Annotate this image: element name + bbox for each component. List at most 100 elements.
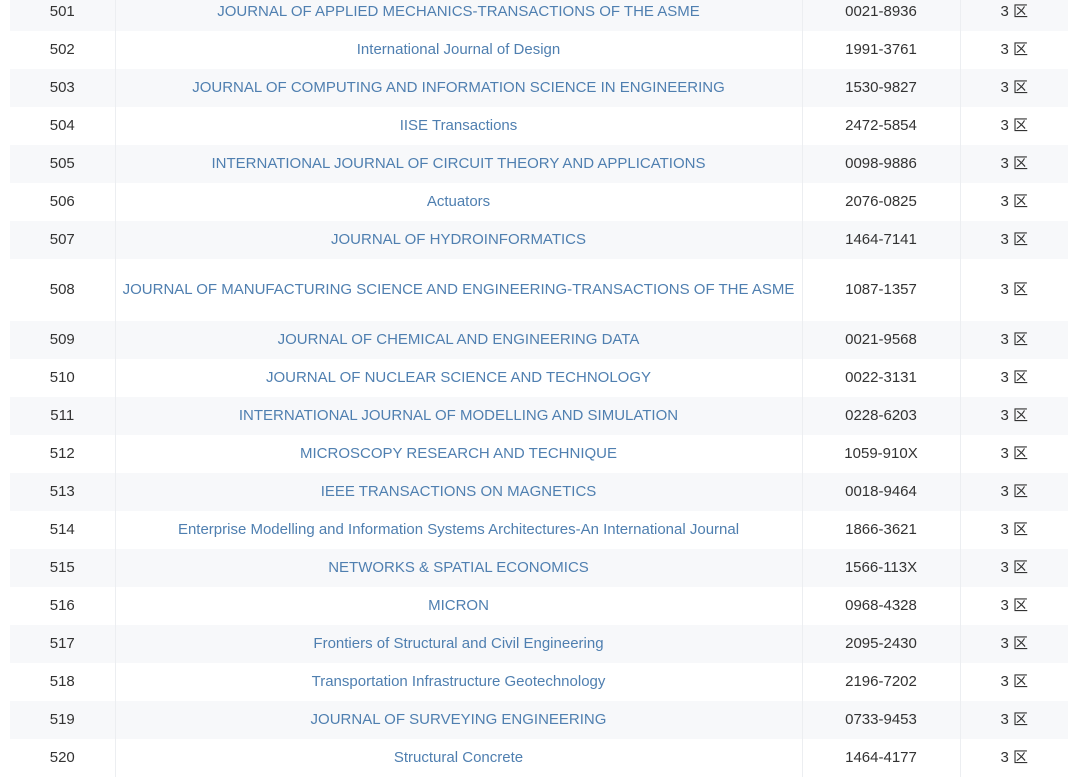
- journal-name-cell: Transportation Infrastructure Geotechnol…: [114, 663, 802, 701]
- table-row: 507 JOURNAL OF HYDROINFORMATICS 1464-714…: [10, 221, 1068, 259]
- zone-cell: 3 区: [959, 359, 1068, 397]
- issn-cell: 2076-0825: [801, 183, 960, 221]
- row-index: 514: [10, 511, 115, 549]
- row-index: 510: [10, 359, 115, 397]
- journal-name-link[interactable]: IEEE TRANSACTIONS ON MAGNETICS: [321, 483, 597, 500]
- journal-name-cell: JOURNAL OF MANUFACTURING SCIENCE AND ENG…: [114, 259, 802, 321]
- issn-cell: 0968-4328: [801, 587, 960, 625]
- issn-cell: 1464-7141: [801, 221, 960, 259]
- zone-cell: 3 区: [959, 625, 1068, 663]
- row-index: 512: [10, 435, 115, 473]
- zone-cell: 3 区: [959, 397, 1068, 435]
- issn-cell: 0021-9568: [801, 321, 960, 359]
- issn-cell: 0022-3131: [801, 359, 960, 397]
- issn-cell: 0733-9453: [801, 701, 960, 739]
- journal-name-cell: JOURNAL OF SURVEYING ENGINEERING: [114, 701, 802, 739]
- journal-name-link[interactable]: JOURNAL OF CHEMICAL AND ENGINEERING DATA: [278, 331, 640, 348]
- journal-name-link[interactable]: Frontiers of Structural and Civil Engine…: [313, 635, 603, 652]
- row-index: 509: [10, 321, 115, 359]
- journal-name-link[interactable]: JOURNAL OF HYDROINFORMATICS: [331, 231, 586, 248]
- journal-name-cell: INTERNATIONAL JOURNAL OF CIRCUIT THEORY …: [114, 145, 802, 183]
- zone-cell: 3 区: [959, 663, 1068, 701]
- issn-cell: 1059-910X: [801, 435, 960, 473]
- issn-cell: 1087-1357: [801, 259, 960, 321]
- table-row: 511 INTERNATIONAL JOURNAL OF MODELLING A…: [10, 397, 1068, 435]
- table-row: 512 MICROSCOPY RESEARCH AND TECHNIQUE 10…: [10, 435, 1068, 473]
- table-row: 513 IEEE TRANSACTIONS ON MAGNETICS 0018-…: [10, 473, 1068, 511]
- journal-name-link[interactable]: JOURNAL OF NUCLEAR SCIENCE AND TECHNOLOG…: [266, 369, 651, 386]
- journal-name-link[interactable]: International Journal of Design: [357, 41, 560, 58]
- zone-cell: 3 区: [959, 321, 1068, 359]
- journal-name-cell: IISE Transactions: [114, 107, 802, 145]
- journal-table-body: 501 JOURNAL OF APPLIED MECHANICS-TRANSAC…: [10, 0, 1068, 777]
- row-index: 503: [10, 69, 115, 107]
- zone-cell: 3 区: [959, 701, 1068, 739]
- row-index: 505: [10, 145, 115, 183]
- issn-cell: 1530-9827: [801, 69, 960, 107]
- table-row: 506 Actuators 2076-0825 3 区: [10, 183, 1068, 221]
- row-index: 516: [10, 587, 115, 625]
- table-row: 518 Transportation Infrastructure Geotec…: [10, 663, 1068, 701]
- row-index: 515: [10, 549, 115, 587]
- zone-cell: 3 区: [959, 549, 1068, 587]
- issn-cell: 2196-7202: [801, 663, 960, 701]
- zone-cell: 3 区: [959, 69, 1068, 107]
- issn-cell: 0018-9464: [801, 473, 960, 511]
- journal-name-link[interactable]: Structural Concrete: [394, 749, 523, 766]
- journal-name-cell: JOURNAL OF COMPUTING AND INFORMATION SCI…: [114, 69, 802, 107]
- issn-cell: 1866-3621: [801, 511, 960, 549]
- row-index: 504: [10, 107, 115, 145]
- row-index: 513: [10, 473, 115, 511]
- row-index: 511: [10, 397, 115, 435]
- journal-name-link[interactable]: IISE Transactions: [400, 117, 518, 134]
- zone-cell: 3 区: [959, 739, 1068, 777]
- journal-name-link[interactable]: Enterprise Modelling and Information Sys…: [178, 521, 739, 538]
- journal-name-cell: INTERNATIONAL JOURNAL OF MODELLING AND S…: [114, 397, 802, 435]
- journal-name-link[interactable]: JOURNAL OF SURVEYING ENGINEERING: [311, 711, 607, 728]
- zone-cell: 3 区: [959, 0, 1068, 31]
- row-index: 507: [10, 221, 115, 259]
- row-index: 502: [10, 31, 115, 69]
- table-row: 515 NETWORKS & SPATIAL ECONOMICS 1566-11…: [10, 549, 1068, 587]
- row-index: 519: [10, 701, 115, 739]
- journal-name-link[interactable]: NETWORKS & SPATIAL ECONOMICS: [328, 559, 589, 576]
- zone-cell: 3 区: [959, 435, 1068, 473]
- journal-name-cell: Structural Concrete: [114, 739, 802, 777]
- journal-name-link[interactable]: JOURNAL OF APPLIED MECHANICS-TRANSACTION…: [217, 3, 700, 20]
- journal-table-container: 501 JOURNAL OF APPLIED MECHANICS-TRANSAC…: [0, 0, 1080, 781]
- journal-name-link[interactable]: Transportation Infrastructure Geotechnol…: [312, 673, 606, 690]
- zone-cell: 3 区: [959, 221, 1068, 259]
- journal-name-link[interactable]: INTERNATIONAL JOURNAL OF CIRCUIT THEORY …: [212, 155, 706, 172]
- zone-cell: 3 区: [959, 183, 1068, 221]
- table-row: 510 JOURNAL OF NUCLEAR SCIENCE AND TECHN…: [10, 359, 1068, 397]
- table-row: 501 JOURNAL OF APPLIED MECHANICS-TRANSAC…: [10, 0, 1068, 31]
- zone-cell: 3 区: [959, 587, 1068, 625]
- issn-cell: 1991-3761: [801, 31, 960, 69]
- journal-name-cell: Enterprise Modelling and Information Sys…: [114, 511, 802, 549]
- table-row: 504 IISE Transactions 2472-5854 3 区: [10, 107, 1068, 145]
- journal-name-link[interactable]: MICROSCOPY RESEARCH AND TECHNIQUE: [300, 445, 617, 462]
- zone-cell: 3 区: [959, 259, 1068, 321]
- issn-cell: 2472-5854: [801, 107, 960, 145]
- journal-name-cell: MICROSCOPY RESEARCH AND TECHNIQUE: [114, 435, 802, 473]
- table-row: 520 Structural Concrete 1464-4177 3 区: [10, 739, 1068, 777]
- journal-name-link[interactable]: INTERNATIONAL JOURNAL OF MODELLING AND S…: [239, 407, 678, 424]
- table-row: 503 JOURNAL OF COMPUTING AND INFORMATION…: [10, 69, 1068, 107]
- journal-name-cell: IEEE TRANSACTIONS ON MAGNETICS: [114, 473, 802, 511]
- table-row: 502 International Journal of Design 1991…: [10, 31, 1068, 69]
- table-row: 519 JOURNAL OF SURVEYING ENGINEERING 073…: [10, 701, 1068, 739]
- row-index: 508: [10, 259, 115, 321]
- row-index: 518: [10, 663, 115, 701]
- issn-cell: 0021-8936: [801, 0, 960, 31]
- row-index: 501: [10, 0, 115, 31]
- journal-name-link[interactable]: JOURNAL OF COMPUTING AND INFORMATION SCI…: [192, 79, 725, 96]
- journal-name-link[interactable]: MICRON: [428, 597, 489, 614]
- journal-name-link[interactable]: Actuators: [427, 193, 490, 210]
- issn-cell: 1464-4177: [801, 739, 960, 777]
- journal-name-cell: JOURNAL OF APPLIED MECHANICS-TRANSACTION…: [114, 0, 802, 31]
- journal-name-link[interactable]: JOURNAL OF MANUFACTURING SCIENCE AND ENG…: [123, 281, 795, 298]
- zone-cell: 3 区: [959, 473, 1068, 511]
- journal-name-cell: Actuators: [114, 183, 802, 221]
- journal-name-cell: JOURNAL OF HYDROINFORMATICS: [114, 221, 802, 259]
- zone-cell: 3 区: [959, 31, 1068, 69]
